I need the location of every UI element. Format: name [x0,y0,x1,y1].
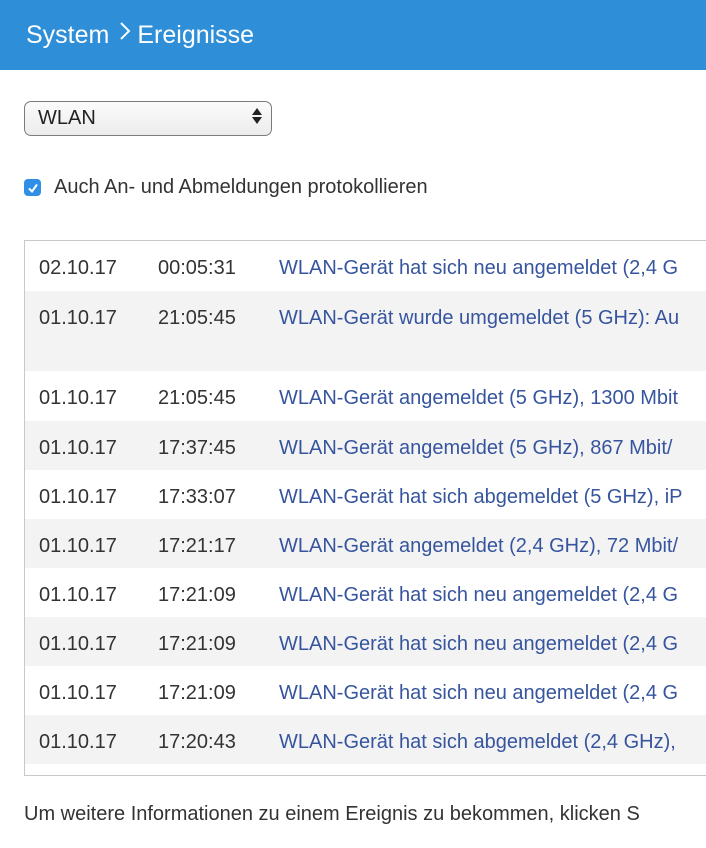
chevron-right-icon [119,21,131,47]
event-message-link[interactable]: WLAN-Gerät hat sich abgemeldet (5 GHz), … [279,486,682,509]
event-row: 01.10.17 21:05:45 WLAN-Gerät wurde umgemel… [25,291,706,371]
event-message-link[interactable]: WLAN-Gerät angemeldet (5 GHz), 867 Mbit/ [279,437,672,460]
event-message-link[interactable]: WLAN-Gerät angemeldet (5 GHz), 1300 Mbit [279,387,678,410]
footer-hint: Um weitere Informationen zu einem Ereign… [24,803,640,825]
event-date: 01.10.17 [39,584,117,606]
event-time: 17:21:17 [158,535,236,557]
event-time: 17:20:43 [158,731,236,753]
event-date: 01.10.17 [39,307,117,329]
event-message-link[interactable]: WLAN-Gerät angemeldet (2,4 GHz), 72 Mbit… [279,535,678,558]
breadcrumb-root[interactable]: System [26,21,109,50]
event-date: 01.10.17 [39,486,117,508]
event-date: 02.10.17 [39,257,117,279]
log-logins-label[interactable]: Auch An- und Abmeldungen protokollieren [54,176,428,199]
log-logins-checkbox[interactable] [24,179,41,196]
event-date: 01.10.17 [39,387,117,409]
event-log-table: 02.10.17 00:05:31 WLAN-Gerät hat sich neu … [24,240,706,776]
event-message-link[interactable]: WLAN-Gerät hat sich neu angemeldet (2,4 … [279,584,678,607]
event-time: 17:21:09 [158,682,236,704]
event-message-link[interactable]: WLAN-Gerät hat sich neu angemeldet (2,4 … [279,633,678,656]
checkmark-icon [27,183,38,193]
event-message-link[interactable]: WLAN-Gerät wurde umgemeldet (5 GHz): Au [279,307,679,330]
updown-arrows-icon [252,108,262,124]
event-row: 01.10.17 17:21:17 WLAN-Gerät angemeldet (2… [25,519,706,568]
page-header: System Ereignisse [0,0,706,70]
event-filter-select[interactable]: WLAN [24,101,272,136]
log-logins-option: Auch An- und Abmeldungen protokollieren [24,176,428,199]
event-row: 01.10.17 17:21:09 WLAN-Gerät hat sich neu … [25,666,706,715]
event-message-link[interactable]: WLAN-Gerät hat sich neu angemeldet (2,4 … [279,257,678,280]
event-date: 01.10.17 [39,437,117,459]
event-message-link[interactable]: WLAN-Gerät hat sich abgemeldet (2,4 GHz)… [279,731,676,754]
event-row: 01.10.17 17:33:07 WLAN-Gerät hat sich abge… [25,470,706,519]
event-row: 01.10.17 17:21:09 WLAN-Gerät hat sich neu … [25,568,706,617]
event-row: 01.10.17 17:21:09 WLAN-Gerät hat sich neu … [25,617,706,666]
event-row: 01.10.17 21:05:45 WLAN-Gerät angemeldet (5… [25,371,706,421]
event-time: 21:05:45 [158,307,236,329]
event-time: 21:05:45 [158,387,236,409]
event-time: 17:21:09 [158,633,236,655]
event-row: 01.10.17 17:20:43 WLAN-Gerät hat sich abge… [25,715,706,764]
event-time: 00:05:31 [158,257,236,279]
event-date: 01.10.17 [39,535,117,557]
event-time: 17:33:07 [158,486,236,508]
breadcrumb-current: Ereignisse [137,20,255,49]
event-row: 01.10.17 17:37:45 WLAN-Gerät angemeldet (5… [25,421,706,470]
event-date: 01.10.17 [39,682,117,704]
event-date: 01.10.17 [39,731,117,753]
event-row: 02.10.17 00:05:31 WLAN-Gerät hat sich neu … [25,241,706,291]
event-filter-value: WLAN [38,107,96,129]
event-time: 17:21:09 [158,584,236,606]
event-time: 17:37:45 [158,437,236,459]
event-date: 01.10.17 [39,633,117,655]
event-message-link[interactable]: WLAN-Gerät hat sich neu angemeldet (2,4 … [279,682,678,705]
